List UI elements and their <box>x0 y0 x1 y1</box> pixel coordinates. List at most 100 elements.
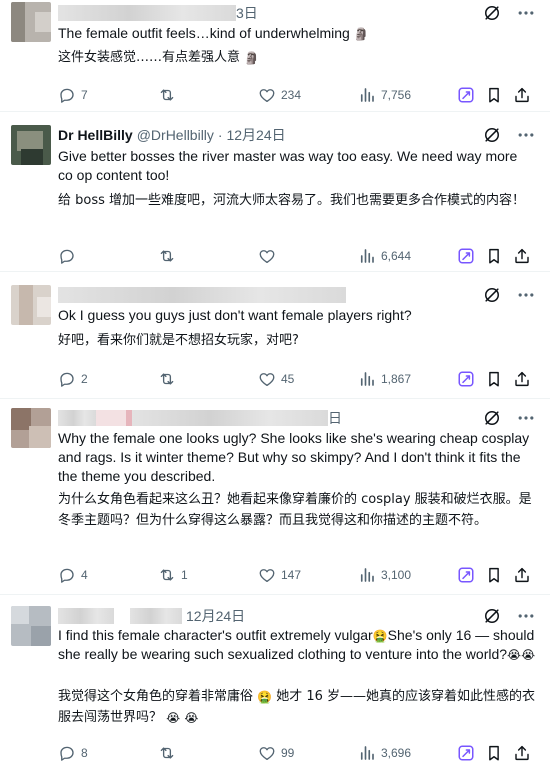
grok-button[interactable] <box>457 369 475 389</box>
post-text-en: Give better bosses the river master was … <box>58 148 518 183</box>
post-text-en: Why the female one looks ugly? She looks… <box>58 430 530 484</box>
repost-button[interactable] <box>158 743 181 763</box>
repost-icon <box>158 370 176 388</box>
bookmark-icon <box>485 247 503 265</box>
reply-button[interactable] <box>58 246 81 266</box>
avatar[interactable] <box>11 606 51 646</box>
crying-face-emoji: 😭 <box>184 710 199 725</box>
grok-icon <box>457 370 475 388</box>
reply-icon <box>58 566 76 584</box>
reply-post[interactable]: 日 Why the female one looks ugly? She loo… <box>0 399 550 595</box>
author-name-redacted <box>58 410 96 426</box>
reply-post[interactable]: 3日 The female outfit feels…kind of under… <box>0 0 550 112</box>
more-dots-icon[interactable] <box>516 3 536 23</box>
author-name[interactable]: Dr HellBilly <box>58 125 133 145</box>
post-text-zh: 好吧，看来你们就是不想招女玩家，对吧? <box>58 333 299 348</box>
like-icon <box>258 247 276 265</box>
share-button[interactable] <box>513 369 531 389</box>
grok-icon[interactable] <box>482 285 502 305</box>
action-bar: 6,644 <box>58 246 536 266</box>
views-button[interactable]: 6,644 <box>358 246 411 266</box>
grok-button[interactable] <box>457 565 475 585</box>
post-date[interactable]: 3日 <box>236 3 258 23</box>
share-icon <box>513 370 531 388</box>
views-button[interactable]: 3,100 <box>358 565 411 585</box>
share-button[interactable] <box>513 565 531 585</box>
grok-icon[interactable] <box>482 3 502 23</box>
action-bar: 8 99 3,696 <box>58 743 536 763</box>
like-button[interactable]: 234 <box>258 85 301 105</box>
avatar[interactable] <box>11 408 51 448</box>
share-button[interactable] <box>513 85 531 105</box>
author-handle[interactable]: @DrHellbilly <box>137 125 214 145</box>
bookmark-icon <box>485 370 503 388</box>
views-icon <box>358 86 376 104</box>
repost-button[interactable] <box>158 85 181 105</box>
more-dots-icon[interactable] <box>516 606 536 626</box>
reply-post[interactable]: Dr HellBilly @DrHellbilly · 12月24日 Give … <box>0 112 550 272</box>
share-icon <box>513 744 531 762</box>
bookmark-button[interactable] <box>485 85 503 105</box>
views-icon <box>358 370 376 388</box>
reply-button[interactable]: 8 <box>58 743 88 763</box>
avatar[interactable] <box>11 285 51 325</box>
like-icon <box>258 86 276 104</box>
repost-button[interactable] <box>158 369 181 389</box>
like-icon <box>258 370 276 388</box>
grok-icon[interactable] <box>482 125 502 145</box>
bookmark-button[interactable] <box>485 369 503 389</box>
repost-button[interactable] <box>158 246 181 266</box>
reply-button[interactable]: 7 <box>58 85 88 105</box>
like-button[interactable]: 99 <box>258 743 294 763</box>
share-icon <box>513 247 531 265</box>
grok-button[interactable] <box>457 85 475 105</box>
post-date[interactable]: 12月24日 <box>186 606 245 626</box>
like-button[interactable]: 147 <box>258 565 301 585</box>
post-text-zh: 我觉得这个女角色的穿着非常庸俗 🤮 她才 16 岁——她真的应该穿着如此性感的衣… <box>58 689 536 725</box>
reply-button[interactable]: 2 <box>58 369 88 389</box>
author-name-redacted <box>58 608 114 624</box>
bookmark-icon <box>485 566 503 584</box>
grok-icon <box>457 86 475 104</box>
share-button[interactable] <box>513 246 531 266</box>
post-text-zh: 为什么女角色看起来这么丑？她看起来像穿着廉价的 cosplay 服装和破烂衣服。… <box>58 492 532 528</box>
post-text-en: Ok I guess you guys just don't want fema… <box>58 307 412 323</box>
action-bar: 2 45 1,867 <box>58 369 536 389</box>
views-button[interactable]: 7,756 <box>358 85 411 105</box>
more-dots-icon[interactable] <box>516 285 536 305</box>
more-dots-icon[interactable] <box>516 408 536 428</box>
like-icon <box>258 744 276 762</box>
post-text-en: The female outfit feels…kind of underwhe… <box>58 25 369 42</box>
views-button[interactable]: 1,867 <box>358 369 411 389</box>
post-text-zh: 这件女装感觉……有点差强人意 🗿 <box>58 50 260 65</box>
like-button[interactable]: 45 <box>258 369 294 389</box>
reply-post[interactable]: 12月24日 I find this female character's ou… <box>0 595 550 778</box>
crying-face-emoji: 😭 <box>507 648 522 663</box>
bookmark-button[interactable] <box>485 246 503 266</box>
reply-button[interactable]: 4 <box>58 565 88 585</box>
more-dots-icon[interactable] <box>516 125 536 145</box>
share-icon <box>513 566 531 584</box>
grok-button[interactable] <box>457 743 475 763</box>
post-date[interactable]: 日 <box>328 408 342 428</box>
avatar[interactable] <box>11 125 51 165</box>
bookmark-button[interactable] <box>485 743 503 763</box>
post-date[interactable]: · 12月24日 <box>218 125 286 145</box>
views-icon <box>358 566 376 584</box>
grok-icon[interactable] <box>482 408 502 428</box>
reply-icon <box>58 247 76 265</box>
like-button[interactable] <box>258 246 281 266</box>
avatar[interactable] <box>11 2 51 42</box>
share-button[interactable] <box>513 743 531 763</box>
post-text-zh: 给 boss 增加一些难度吧，河流大师太容易了。我们也需要更多合作模式的内容！ <box>58 193 526 208</box>
grok-button[interactable] <box>457 246 475 266</box>
post-header: 3日 <box>58 3 258 23</box>
reply-post[interactable]: Ok I guess you guys just don't want fema… <box>0 272 550 399</box>
views-button[interactable]: 3,696 <box>358 743 411 763</box>
repost-button[interactable]: 1 <box>158 565 188 585</box>
bookmark-button[interactable] <box>485 565 503 585</box>
post-header: 12月24日 <box>58 606 245 626</box>
post-header <box>58 285 346 305</box>
grok-icon[interactable] <box>482 606 502 626</box>
grok-icon <box>457 566 475 584</box>
